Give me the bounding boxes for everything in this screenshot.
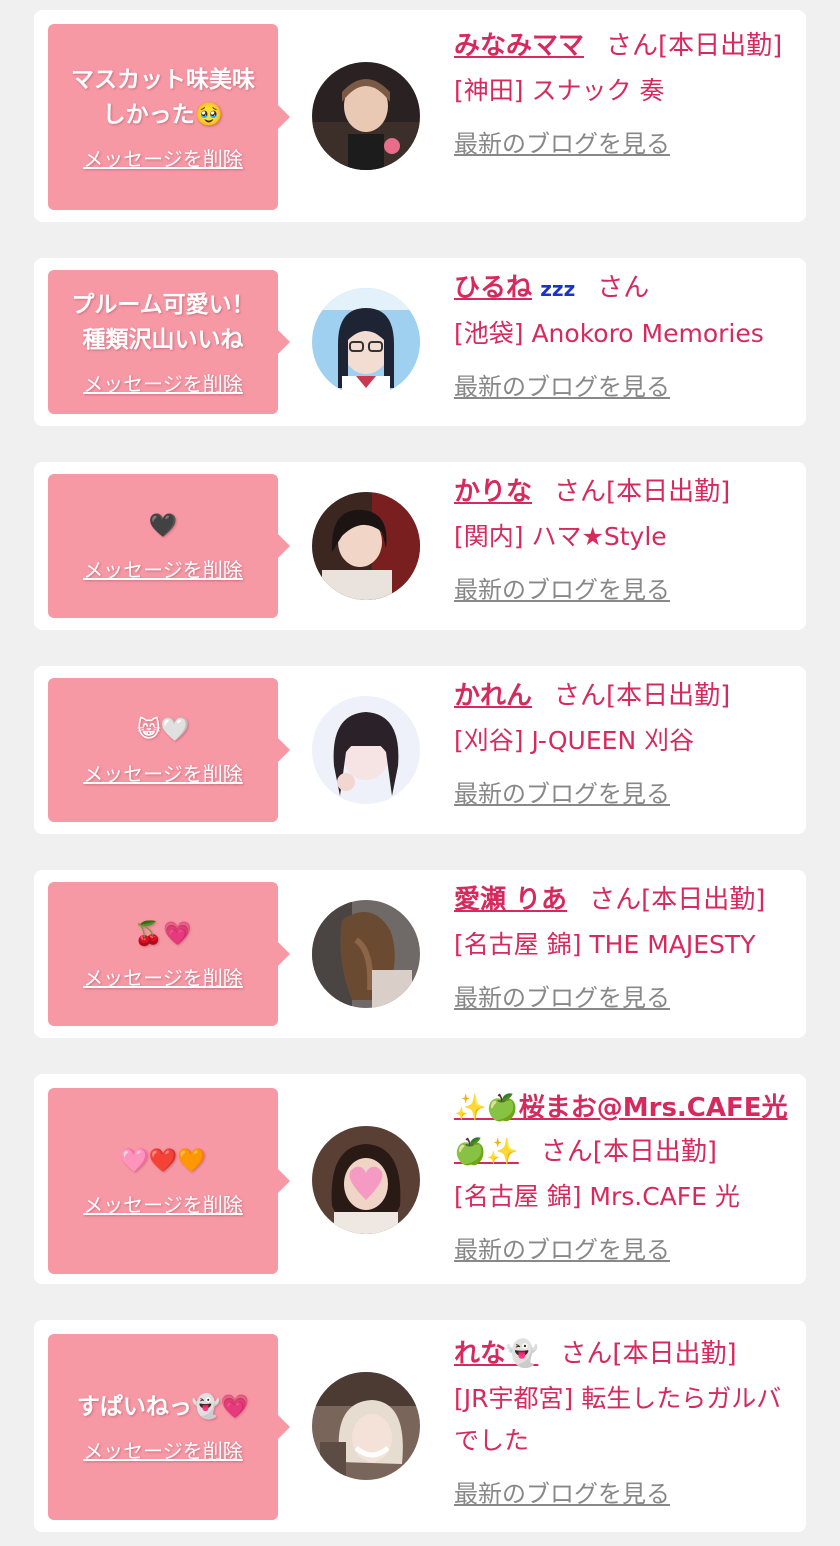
cast-name-link[interactable]: かれん [454,681,532,711]
delete-message-link[interactable]: メッセージを削除 [83,368,243,397]
message-card: 😸🤍 メッセージを削除 かれん さん[本日出勤] [刈谷] J-QUEEN 刈谷 … [34,666,806,834]
cast-name-link[interactable]: みなみママ [454,31,584,61]
cast-name-line: ひるね zzz さん [454,266,794,311]
cast-suffix: さん[本日出勤] [560,1339,737,1369]
message-card: 🍒💗 メッセージを削除 愛瀬 りあ さん[本日出勤] [名古屋 錦] THE MA… [34,870,806,1038]
avatar[interactable] [312,1126,420,1234]
message-text: 🖤 [148,513,178,539]
message-text: 😸🤍 [136,717,190,743]
cast-info: 愛瀬 りあ さん[本日出勤] [名古屋 錦] THE MAJESTY 最新のブログ… [454,878,794,1013]
message-text: プルーム可愛い！ 種類沢山いいね [71,291,255,353]
delete-message-link[interactable]: メッセージを削除 [83,143,243,172]
shop-name: [関内] ハマ★Style [454,522,667,551]
avatar-photo-icon [312,1126,420,1234]
avatar[interactable] [312,288,420,396]
cast-name-line: 愛瀬 りあ さん[本日出勤] [454,878,794,922]
cast-name-line: みなみママ さん[本日出勤] [454,24,794,68]
message-bubble: 🖤 メッセージを削除 [48,474,290,618]
cast-name-link[interactable]: れな👻 [454,1339,538,1369]
avatar-photo-icon [312,288,420,396]
avatar-photo-icon [312,900,420,1008]
message-bubble: マスカット味美味 しかった🥹 メッセージを削除 [48,24,290,210]
cast-info: ✨🍏桜まお@Mrs.CAFE光🍏✨ さん[本日出勤] [名古屋 錦] Mrs.CA… [454,1086,794,1265]
latest-blog-link[interactable]: 最新のブログを見る [454,774,794,809]
shop-name: [JR宇都宮] 転生したらガルバでした [454,1384,782,1455]
avatar-photo-icon [312,696,420,804]
cast-name-link[interactable]: 愛瀬 りあ [454,885,567,915]
message-bubble: 🩷❤️🧡 メッセージを削除 [48,1088,290,1274]
cast-name-link[interactable]: ひるね [454,273,532,303]
avatar-photo-icon [312,62,420,170]
latest-blog-link[interactable]: 最新のブログを見る [454,1474,794,1509]
cast-info: かれん さん[本日出勤] [刈谷] J-QUEEN 刈谷 最新のブログを見る [454,674,794,809]
latest-blog-link[interactable]: 最新のブログを見る [454,1230,794,1265]
cast-info: ひるね zzz さん [池袋] Anokoro Memories 最新のブログを見… [454,266,794,402]
message-card: 🖤 メッセージを削除 かりな さん[本日出勤] [関内] ハマ★Style 最新の… [34,462,806,630]
latest-blog-link[interactable]: 最新のブログを見る [454,367,794,402]
shop-name: [神田] スナック 奏 [454,76,665,105]
cast-name-link[interactable]: かりな [454,477,532,507]
shop-name: [名古屋 錦] Mrs.CAFE 光 [454,1182,740,1211]
cast-suffix: さん[本日出勤] [554,477,731,507]
delete-message-link[interactable]: メッセージを削除 [83,758,243,787]
message-card: すぱいねっ👻💗 メッセージを削除 れな👻 さん[本日出勤] [JR宇都宮] 転生し… [34,1320,806,1532]
cast-info: れな👻 さん[本日出勤] [JR宇都宮] 転生したらガルバでした 最新のブログを見… [454,1332,794,1509]
message-bubble: プルーム可愛い！ 種類沢山いいね メッセージを削除 [48,270,290,414]
message-text: 🍒💗 [134,921,192,947]
cast-name-line: かりな さん[本日出勤] [454,470,794,514]
avatar[interactable] [312,1372,420,1480]
avatar[interactable] [312,696,420,804]
delete-message-link[interactable]: メッセージを削除 [83,962,243,991]
message-text: 🩷❤️🧡 [120,1148,206,1174]
latest-blog-link[interactable]: 最新のブログを見る [454,570,794,605]
cast-suffix: さん[本日出勤] [540,1137,718,1167]
shop-name: [名古屋 錦] THE MAJESTY [454,930,756,959]
shop-name: [刈谷] J-QUEEN 刈谷 [454,726,695,755]
avatar-photo-icon [312,492,420,600]
cast-suffix: さん[本日出勤] [606,31,783,61]
message-bubble: 🍒💗 メッセージを削除 [48,882,290,1026]
avatar[interactable] [312,492,420,600]
message-text: マスカット味美味 しかった🥹 [71,66,255,128]
cast-suffix: さん[本日出勤] [589,885,766,915]
message-list: マスカット味美味 しかった🥹 メッセージを削除 みなみママ さん[本日出勤] [神… [0,0,840,1546]
cast-name-line: ✨🍏桜まお@Mrs.CAFE光🍏✨ さん[本日出勤] [454,1086,794,1174]
avatar[interactable] [312,62,420,170]
delete-message-link[interactable]: メッセージを削除 [83,1435,243,1464]
avatar[interactable] [312,900,420,1008]
avatar-photo-icon [312,1372,420,1480]
cast-info: かりな さん[本日出勤] [関内] ハマ★Style 最新のブログを見る [454,470,794,605]
message-card: 🩷❤️🧡 メッセージを削除 ✨🍏桜まお@Mrs.CAFE光🍏✨ さん[本日出勤] … [34,1074,806,1284]
zzz-icon: zzz [540,277,576,301]
cast-suffix: さん [597,273,650,303]
latest-blog-link[interactable]: 最新のブログを見る [454,978,794,1013]
cast-name-line: れな👻 さん[本日出勤] [454,1332,794,1376]
message-card: マスカット味美味 しかった🥹 メッセージを削除 みなみママ さん[本日出勤] [神… [34,10,806,222]
message-bubble: 😸🤍 メッセージを削除 [48,678,290,822]
message-bubble: すぱいねっ👻💗 メッセージを削除 [48,1334,290,1520]
cast-info: みなみママ さん[本日出勤] [神田] スナック 奏 最新のブログを見る [454,24,794,159]
delete-message-link[interactable]: メッセージを削除 [83,554,243,583]
delete-message-link[interactable]: メッセージを削除 [83,1189,243,1218]
shop-name: [池袋] Anokoro Memories [454,319,764,348]
cast-suffix: さん[本日出勤] [554,681,731,711]
cast-name-line: かれん さん[本日出勤] [454,674,794,718]
message-card: プルーム可愛い！ 種類沢山いいね メッセージを削除 ひるね zzz さん [池袋]… [34,258,806,426]
message-text: すぱいねっ👻💗 [76,1394,250,1420]
latest-blog-link[interactable]: 最新のブログを見る [454,124,794,159]
